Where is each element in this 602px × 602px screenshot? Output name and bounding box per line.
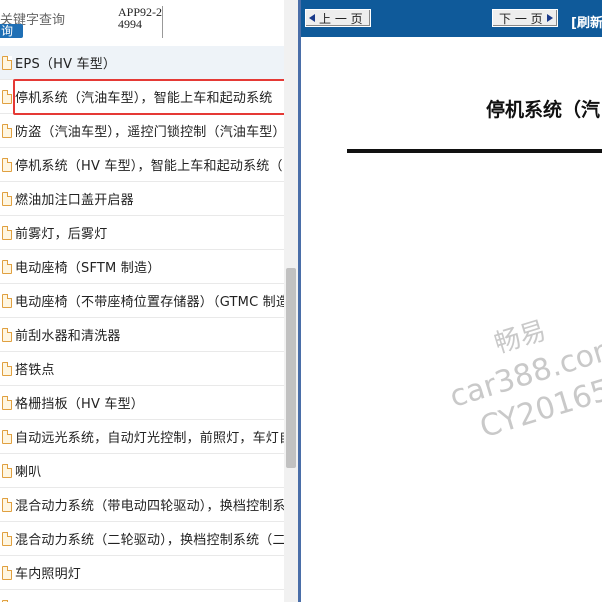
tree-item-label: EPS（HV 车型） (15, 57, 117, 72)
document-icon (2, 429, 12, 444)
next-page-label: 下 一 页 (499, 11, 543, 26)
document-title: 停机系统（汽 (486, 99, 601, 121)
document-icon (2, 327, 12, 342)
tree-item[interactable]: 前雾灯，后雾灯 (0, 216, 285, 250)
tree-item-label: 电动座椅（不带座椅位置存储器）（GTMC 制造 (15, 295, 285, 310)
tree-item[interactable]: 防盗（汽油车型），遥控门锁控制（汽油车型） (0, 114, 285, 148)
title-rule (347, 149, 602, 153)
selection-highlight-box (13, 79, 291, 115)
document-icon (2, 463, 12, 478)
left-panel: 关键字查询 询 APP92-24994 EPS（HV 车型） 停机系统（汽油车型… (0, 0, 298, 602)
watermark: 畅易 car388.com CY20165 (434, 286, 602, 469)
prev-page-button[interactable]: 上 一 页 (305, 9, 371, 27)
document-icon (2, 89, 12, 104)
tree-item[interactable]: 搭铁点 (0, 352, 285, 386)
document-icon (2, 157, 12, 172)
document-icon (2, 225, 12, 240)
document-icon (2, 293, 12, 308)
app-info: APP92-24994 (118, 5, 163, 31)
tree-item[interactable]: 燃油加注口盖开启器 (0, 182, 285, 216)
document-icon (2, 361, 12, 376)
tree-item-label: 混合动力系统（带电动四轮驱动），换档控制系 (15, 499, 285, 514)
document-icon (2, 55, 12, 70)
document-icon (2, 395, 12, 410)
refresh-link[interactable]: [刷新 (571, 12, 602, 31)
document-icon (2, 259, 12, 274)
tree-item-label: 停机系统（HV 车型），智能上车和起动系统（ (15, 159, 283, 174)
tree-item-label: 前雾灯，后雾灯 (15, 227, 108, 242)
tree-item[interactable]: EPS（HV 车型） (0, 46, 285, 80)
tree-item-label: 车内照明灯 (15, 567, 82, 582)
tree-item[interactable]: 喇叭 (0, 454, 285, 488)
tree-item-label: 防盗（汽油车型），遥控门锁控制（汽油车型） (15, 125, 285, 140)
scrollbar-thumb[interactable] (286, 268, 296, 468)
search-header: 关键字查询 询 APP92-24994 (0, 0, 298, 44)
tree-item-label: 前刮水器和清洗器 (15, 329, 121, 344)
tree-item[interactable]: 电动座椅（不带座椅位置存储器）（GTMC 制造 (0, 284, 285, 318)
tree-item[interactable]: 自动远光系统，自动灯光控制，前照灯，车灯自 (0, 420, 285, 454)
document-icon (2, 191, 12, 206)
arrow-right-icon (546, 14, 553, 22)
document-icon (2, 531, 12, 546)
next-page-button[interactable]: 下 一 页 (492, 9, 558, 27)
tree-item[interactable]: 前刮水器和清洗器 (0, 318, 285, 352)
document-panel: 上 一 页 下 一 页 [刷新 停机系统（汽 畅易 car388.com CY2… (301, 0, 602, 602)
tree-item-label: 电动座椅（SFTM 制造） (15, 261, 161, 276)
document-icon (2, 565, 12, 580)
tree-item[interactable]: 格栅挡板（HV 车型） (0, 386, 285, 420)
tree-item[interactable]: 停机系统（HV 车型），智能上车和起动系统（ (0, 148, 285, 182)
tree-item[interactable]: 车内照明灯 (0, 556, 285, 590)
arrow-left-icon (309, 14, 315, 22)
document-icon (2, 123, 12, 138)
search-button[interactable]: 询 (0, 24, 23, 38)
tree-item-label: 喇叭 (15, 465, 42, 480)
header-divider (162, 6, 163, 38)
tree-item[interactable]: 混合动力系统（二轮驱动），换档控制系统（二 (0, 522, 285, 556)
tree-item-label: 燃油加注口盖开启器 (15, 193, 134, 208)
prev-page-label: 上 一 页 (319, 11, 363, 26)
tree-item-label: 格栅挡板（HV 车型） (15, 397, 145, 412)
tree-item-label: 自动远光系统，自动灯光控制，前照灯，车灯自 (15, 431, 285, 446)
tree-item[interactable]: 混合动力系统（带电动四轮驱动），换档控制系 (0, 488, 285, 522)
tree-item[interactable]: … (0, 590, 285, 602)
tree-item-label: 混合动力系统（二轮驱动），换档控制系统（二 (15, 533, 285, 548)
page-nav-bar: 上 一 页 下 一 页 [刷新 (301, 0, 602, 37)
tree-item[interactable]: 电动座椅（SFTM 制造） (0, 250, 285, 284)
tree-item-label: 搭铁点 (15, 363, 55, 378)
document-icon (2, 497, 12, 512)
